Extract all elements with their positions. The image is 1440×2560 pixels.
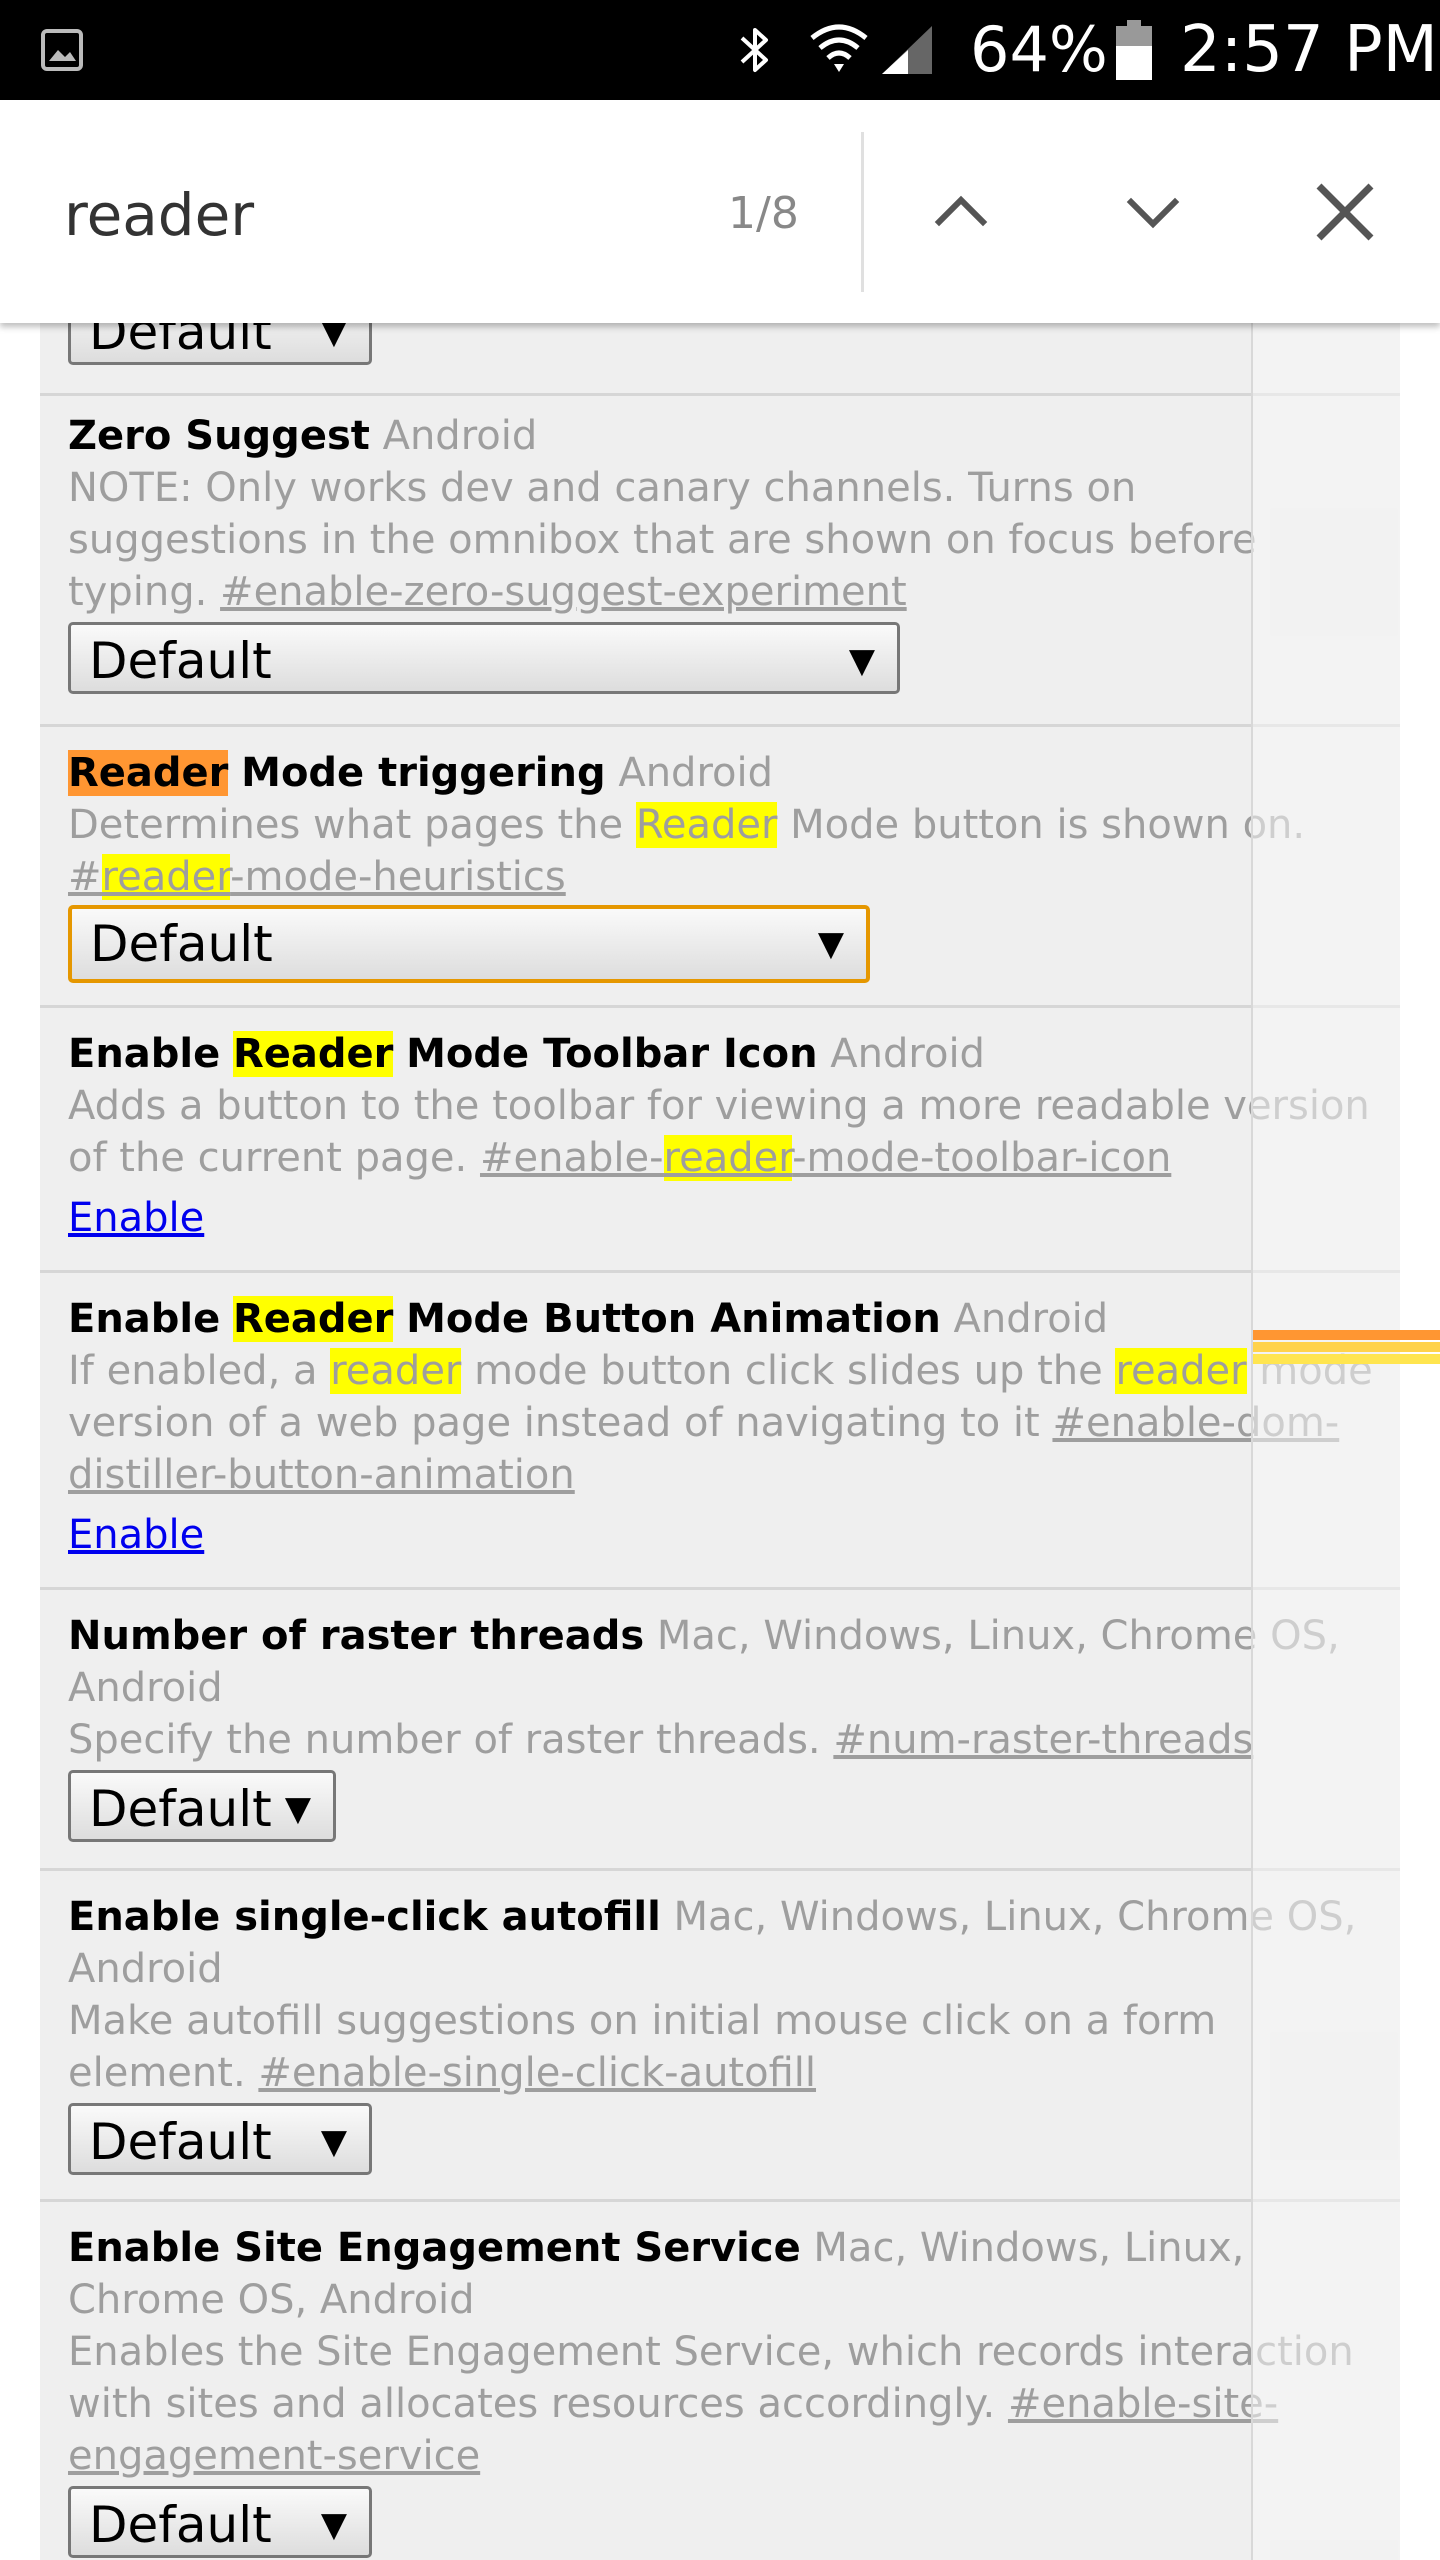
gallery-icon (41, 29, 83, 71)
dropdown-arrow-icon: ▼ (817, 924, 844, 964)
select-value: Default (89, 632, 272, 690)
flag-hashtag-link[interactable]: #reader-mode-heuristics (68, 851, 1384, 903)
flag-platforms: Android (953, 1296, 1109, 1342)
flag-row-raster-threads: Number of raster threads Mac, Windows, L… (40, 1590, 1400, 1871)
match-highlight: reader (101, 854, 231, 900)
match-highlight: Reader (232, 1031, 394, 1077)
description-text: Determines what pages the (68, 802, 624, 848)
flag-hashtag-link[interactable]: #num-raster-threads (833, 1717, 1253, 1763)
battery-percent: 64% (970, 13, 1108, 86)
description-text: Specify the number of raster threads. (68, 1717, 821, 1763)
flag-title: Zero Suggest (68, 413, 370, 459)
wifi-icon (810, 24, 868, 72)
dropdown-arrow-icon: ▼ (320, 2122, 347, 2162)
select-value: Default (89, 1780, 272, 1838)
flag-title: Enable (68, 1296, 221, 1342)
description-text: mode button click slides up the (474, 1348, 1103, 1394)
flag-select[interactable]: Default ▼ (68, 622, 900, 694)
flag-hashtag-link[interactable]: #enable-zero-suggest-experiment (220, 569, 907, 615)
flag-select[interactable]: Default ▼ (68, 2486, 372, 2558)
flag-platforms: Android (830, 1031, 985, 1077)
chevron-down-icon (1126, 197, 1180, 229)
divider (861, 132, 864, 292)
select-value: Default (89, 2496, 272, 2554)
flag-title: Mode Toolbar Icon (406, 1031, 818, 1077)
flag-description: Make autofill suggestions on initial mou… (68, 1995, 1384, 2099)
flag-row-site-engagement: Enable Site Engagement Service Mac, Wind… (40, 2202, 1400, 2560)
description-text: Mode button is shown on. (790, 802, 1306, 848)
flag-description: Determines what pages the Reader Mode bu… (68, 799, 1384, 851)
flag-platforms: Android (618, 750, 773, 796)
flag-description: Adds a button to the toolbar for viewing… (68, 1080, 1384, 1184)
flag-row-reader-mode-triggering: Reader Mode triggering Android Determine… (40, 727, 1400, 1008)
flag-select[interactable]: Default ▼ (68, 2103, 372, 2175)
flag-row-zero-suggest: Zero Suggest Android NOTE: Only works de… (40, 396, 1400, 727)
find-input[interactable] (64, 170, 624, 260)
flag-description: Specify the number of raster threads. #n… (68, 1714, 1384, 1766)
flag-description: If enabled, a reader mode button click s… (68, 1345, 1384, 1501)
flag-hashtag-link[interactable]: #enable-reader-mode-toolbar-icon (480, 1135, 1171, 1181)
close-icon (1316, 183, 1374, 241)
description-text: If enabled, a (68, 1348, 318, 1394)
flag-title: Enable single-click autofill (68, 1894, 661, 1940)
flag-row-reader-button-animation: Enable Reader Mode Button Animation Andr… (40, 1273, 1400, 1590)
flag-row-single-click-autofill: Enable single-click autofill Mac, Window… (40, 1871, 1400, 2202)
close-find-button[interactable] (1295, 162, 1395, 262)
match-highlight: reader (1115, 1348, 1247, 1394)
match-highlight: Reader (232, 1296, 394, 1342)
find-scrollbar-track[interactable] (1251, 323, 1400, 2560)
battery-icon (1116, 20, 1152, 80)
flag-title: Enable (68, 1031, 221, 1077)
flags-list: Default ▼ Zero Suggest Android NOTE: Onl… (40, 100, 1400, 2560)
scrollbar-divider (1251, 323, 1253, 2560)
previous-match-button[interactable] (911, 162, 1011, 262)
flag-description: Enables the Site Engagement Service, whi… (68, 2326, 1384, 2482)
bluetooth-icon (740, 28, 768, 72)
hashtag-text: #enable- (479, 1135, 664, 1181)
signal-icon (882, 26, 932, 74)
flags-page: Default ▼ Zero Suggest Android NOTE: Onl… (0, 100, 1440, 2560)
active-match-highlight: Reader (68, 750, 229, 796)
match-highlight: Reader (635, 802, 778, 848)
flag-title: Number of raster threads (68, 1613, 645, 1659)
dropdown-arrow-icon: ▼ (848, 641, 875, 681)
flag-title: Mode Button Animation (406, 1296, 941, 1342)
match-count: 1/8 (728, 188, 799, 239)
select-value: Default (89, 2113, 272, 2171)
next-match-button[interactable] (1103, 162, 1203, 262)
enable-link[interactable]: Enable (68, 1509, 204, 1561)
dropdown-arrow-icon: ▼ (284, 1789, 311, 1829)
flag-hashtag-link[interactable]: #enable-single-click-autofill (258, 2050, 816, 2096)
hashtag-text: -mode-toolbar-icon (792, 1135, 1172, 1181)
flag-description: NOTE: Only works dev and canary channels… (68, 462, 1384, 618)
flag-title: Enable Site Engagement Service (68, 2225, 801, 2271)
find-match-markers[interactable] (1253, 1328, 1440, 1368)
flag-title: Mode triggering (241, 750, 606, 796)
chevron-up-icon (934, 195, 988, 227)
hashtag-text: # (68, 854, 102, 900)
flag-select[interactable]: Default ▼ (68, 1770, 336, 1842)
find-in-page-bar: 1/8 (0, 100, 1440, 323)
flag-row-reader-toolbar-icon: Enable Reader Mode Toolbar Icon Android … (40, 1008, 1400, 1273)
status-bar: 64% 2:57 PM (0, 0, 1440, 100)
clock: 2:57 PM (1180, 13, 1438, 87)
flag-select-focused[interactable]: Default ▼ (68, 905, 870, 983)
flag-platforms: Android (382, 413, 538, 459)
select-value: Default (90, 915, 273, 973)
match-highlight: reader (330, 1348, 462, 1394)
enable-link[interactable]: Enable (68, 1192, 204, 1244)
dropdown-arrow-icon: ▼ (320, 2505, 347, 2545)
match-highlight: reader (663, 1135, 793, 1181)
hashtag-text: -mode-heuristics (230, 854, 566, 900)
